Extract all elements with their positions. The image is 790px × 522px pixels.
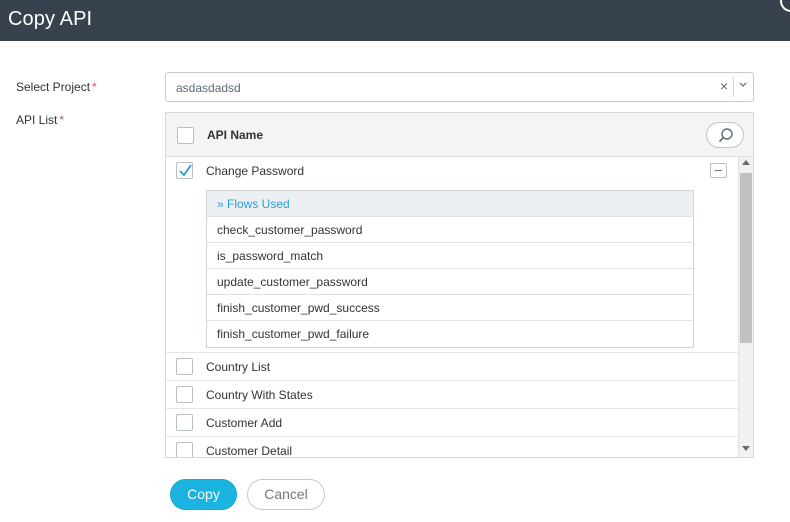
dialog-title: Copy API — [8, 8, 93, 30]
list-item: Country With States — [166, 381, 738, 409]
api-list-header: API Name — [166, 113, 753, 157]
flows-used-title: » Flows Used — [217, 197, 290, 211]
checkmark-icon — [179, 164, 192, 177]
dialog-header: Copy API — [0, 0, 790, 41]
cancel-button[interactable]: Cancel — [247, 479, 325, 510]
select-project-label-text: Select Project — [16, 80, 91, 94]
api-checkbox[interactable] — [176, 414, 193, 431]
flow-item: is_password_match — [207, 243, 693, 269]
copy-button[interactable]: Copy — [170, 479, 237, 510]
api-name: Customer Add — [206, 416, 283, 430]
flow-name: finish_customer_pwd_failure — [217, 327, 370, 341]
select-project-label: Select Project * — [16, 80, 97, 94]
flow-name: check_customer_password — [217, 223, 363, 237]
close-icon[interactable] — [780, 0, 790, 12]
flow-name: is_password_match — [217, 249, 324, 263]
api-list: Change Password » Flows Used check_custo… — [166, 157, 738, 457]
scroll-up-icon[interactable] — [742, 160, 750, 165]
required-mark: * — [59, 113, 65, 127]
api-checkbox[interactable] — [176, 386, 193, 403]
list-item: Country List — [166, 353, 738, 381]
api-checkbox[interactable] — [176, 358, 193, 375]
flow-item: check_customer_password — [207, 217, 693, 243]
flow-item: finish_customer_pwd_failure — [207, 321, 693, 347]
search-button[interactable] — [706, 122, 744, 148]
clear-icon[interactable]: × — [720, 78, 728, 94]
api-checkbox[interactable] — [176, 442, 193, 457]
chevron-down-icon[interactable] — [739, 80, 747, 91]
api-name: Country With States — [206, 388, 313, 402]
api-list-label: API List * — [16, 113, 64, 127]
list-item: Change Password » Flows Used check_custo… — [166, 157, 738, 353]
project-select[interactable]: asdasdadsd × — [165, 72, 754, 102]
api-name: Customer Detail — [206, 444, 293, 457]
scroll-thumb[interactable] — [740, 173, 752, 343]
flow-name: update_customer_password — [217, 275, 368, 289]
collapse-icon[interactable] — [710, 163, 727, 178]
scroll-down-icon[interactable] — [742, 446, 750, 451]
required-mark: * — [92, 80, 97, 94]
flow-item: update_customer_password — [207, 269, 693, 295]
project-select-value: asdasdadsd — [176, 81, 241, 95]
api-checkbox[interactable] — [176, 162, 193, 179]
search-icon — [718, 128, 733, 143]
api-name: Country List — [206, 360, 271, 374]
select-all-checkbox[interactable] — [177, 127, 194, 144]
api-name: Change Password — [206, 164, 305, 178]
flows-used-box: » Flows Used check_customer_password is_… — [206, 190, 694, 348]
api-name-header: API Name — [207, 128, 264, 142]
flow-name: finish_customer_pwd_success — [217, 301, 380, 315]
list-item: Customer Add — [166, 409, 738, 437]
flow-item: finish_customer_pwd_success — [207, 295, 693, 321]
list-item: Customer Detail — [166, 437, 738, 457]
flows-used-header[interactable]: » Flows Used — [207, 191, 693, 217]
select-divider — [733, 77, 734, 97]
api-list-label-text: API List — [16, 113, 58, 127]
api-list-panel: API Name Change Password » Flows Used ch… — [165, 112, 754, 458]
list-scrollbar[interactable] — [738, 157, 753, 457]
